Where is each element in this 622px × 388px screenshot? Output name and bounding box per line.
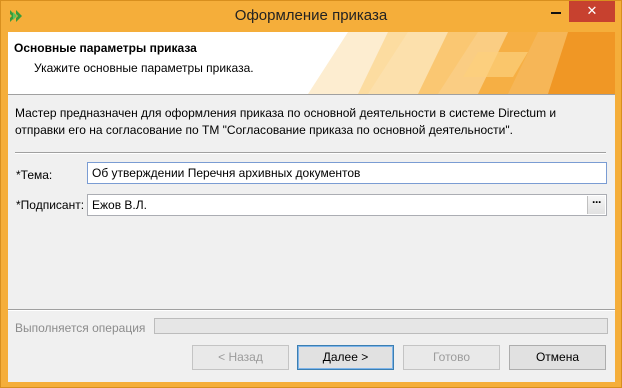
progress-label: Выполняется операция (15, 321, 146, 335)
ellipsis-icon: ··· (592, 195, 602, 209)
topic-value: Об утверждении Перечня архивных документ… (92, 166, 361, 180)
next-button[interactable]: Далее > (297, 345, 394, 370)
description-divider (15, 152, 606, 154)
header-divider (8, 94, 615, 95)
cancel-button[interactable]: Отмена (509, 345, 606, 370)
signer-label: *Подписант: (16, 198, 85, 212)
window-title: Оформление приказа (234, 7, 388, 24)
close-button[interactable]: ✕ (569, 1, 615, 22)
minimize-button[interactable] (542, 1, 569, 22)
page-subtitle: Укажите основные параметры приказа. (34, 61, 254, 75)
signer-value: Ежов В.Л. (92, 198, 147, 212)
topic-label: *Тема: (16, 168, 53, 182)
wizard-description: Мастер предназначен для оформления прика… (15, 106, 557, 137)
signer-input[interactable]: Ежов В.Л. ··· (87, 194, 607, 216)
signer-picker-button[interactable]: ··· (587, 196, 605, 214)
wizard-window: Оформление приказа ✕ Основные параметры … (0, 0, 622, 388)
finish-button[interactable]: Готово (403, 345, 500, 370)
wizard-header: Основные параметры приказа Укажите основ… (8, 32, 615, 94)
footer-divider (8, 309, 615, 311)
progress-bar (154, 318, 608, 334)
page-title: Основные параметры приказа (14, 41, 197, 55)
title-bar[interactable]: Оформление приказа ✕ (1, 1, 621, 32)
close-icon: ✕ (586, 3, 598, 18)
wizard-client-area: Основные параметры приказа Укажите основ… (8, 32, 615, 382)
back-button[interactable]: < Назад (192, 345, 289, 370)
topic-input[interactable]: Об утверждении Перечня архивных документ… (87, 162, 607, 184)
